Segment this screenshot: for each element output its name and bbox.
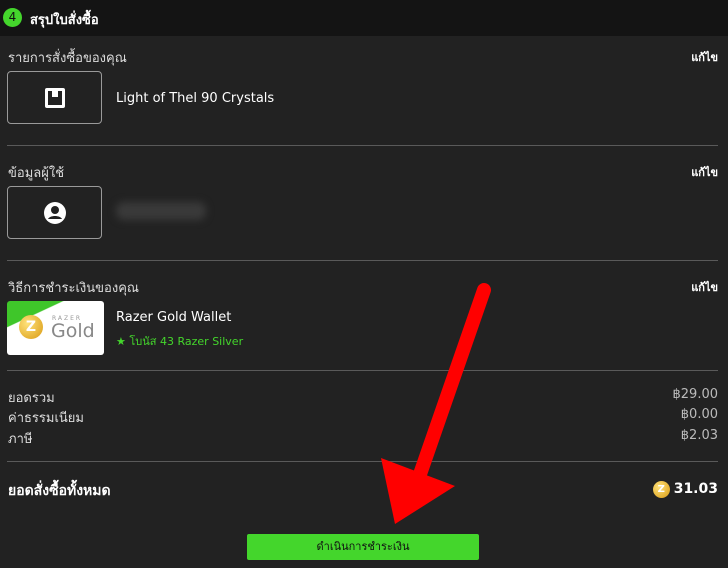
proceed-payment-button[interactable]: ดำเนินการชำระเงิน — [247, 534, 479, 560]
fee-label: ค่าธรรมเนียม — [8, 411, 84, 426]
user-section-label: ข้อมูลผู้ใช้ — [8, 166, 65, 181]
order-summary-title: สรุปใบสั่งซื้อ — [30, 13, 99, 28]
subtotal-label: ยอดรวม — [8, 391, 55, 406]
divider — [7, 370, 718, 371]
subtotal-value: ฿29.00 — [672, 387, 719, 402]
arrow-head — [381, 458, 455, 524]
fee-value: ฿0.00 — [680, 407, 718, 422]
blurred-user-info — [116, 202, 206, 220]
gold-brand-text: Gold — [51, 320, 95, 342]
order-section-label: รายการสั่งซื้อของคุณ — [8, 51, 127, 66]
step-number-badge: 4 — [3, 8, 22, 27]
tax-label: ภาษี — [8, 432, 33, 447]
arrow-shaft — [411, 283, 491, 487]
razer-gold-coin-icon: Z — [19, 315, 43, 339]
edit-order-link[interactable]: แก้ไข — [691, 48, 718, 66]
star-icon: ★ — [116, 335, 126, 348]
edit-user-link[interactable]: แก้ไข — [691, 163, 718, 181]
bonus-info: ★ โบนัส 43 Razer Silver — [116, 332, 243, 350]
order-summary-header: 4 สรุปใบสั่งซื้อ — [0, 0, 728, 36]
divider — [7, 145, 718, 146]
edit-payment-link[interactable]: แก้ไข — [691, 278, 718, 296]
user-icon — [44, 202, 66, 224]
bonus-text: โบนัส 43 Razer Silver — [129, 335, 244, 348]
total-amount: Z 31.03 — [652, 479, 718, 499]
total-label: ยอดสั่งซื้อทั้งหมด — [8, 483, 111, 499]
product-name: Light of Thel 90 Crystals — [116, 91, 275, 106]
razer-gold-coin-icon: Z — [652, 480, 670, 498]
box-icon — [45, 88, 65, 108]
payment-method-name: Razer Gold Wallet — [116, 310, 232, 325]
divider — [7, 461, 718, 462]
total-value: 31.03 — [673, 481, 718, 497]
user-avatar-box — [7, 186, 102, 239]
razer-gold-card: Z RAZER Gold — [7, 301, 104, 355]
divider — [7, 260, 718, 261]
product-thumbnail — [7, 71, 102, 124]
order-summary-page: 4 สรุปใบสั่งซื้อ รายการสั่งซื้อของคุณ แก… — [0, 0, 728, 568]
payment-section-label: วิธีการชำระเงินของคุณ — [8, 281, 139, 296]
tax-value: ฿2.03 — [680, 428, 718, 443]
